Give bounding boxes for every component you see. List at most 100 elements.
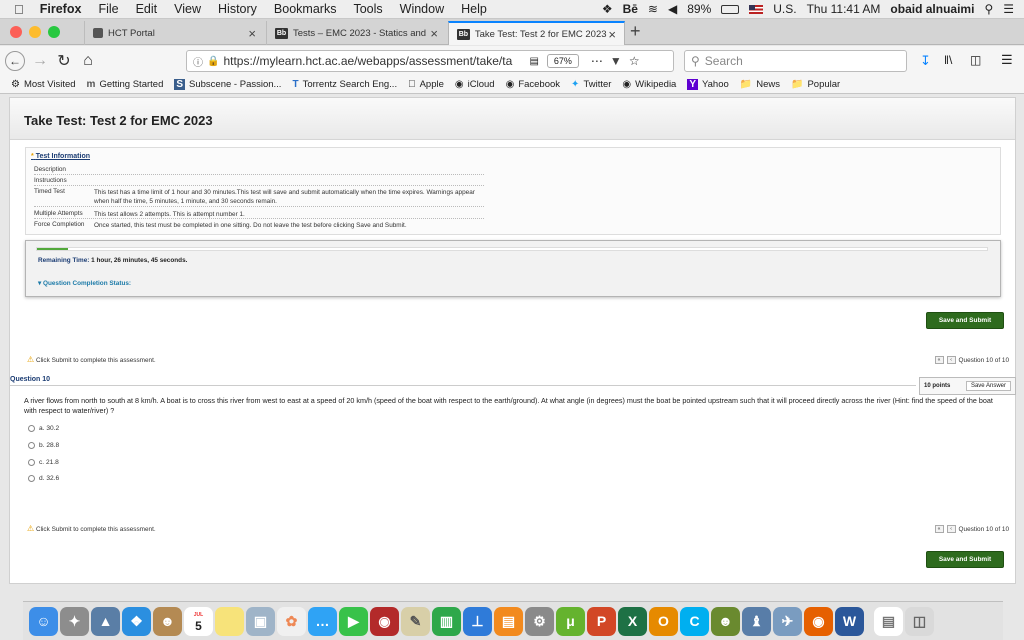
first-question-button[interactable]: « <box>934 356 944 364</box>
save-and-submit-button-top[interactable]: Save and Submit <box>926 312 1004 329</box>
previous-question-button[interactable]: ‹ <box>946 356 956 364</box>
close-tab-icon[interactable]: × <box>248 26 256 41</box>
menu-edit[interactable]: Edit <box>136 2 158 16</box>
input-source[interactable]: U.S. <box>773 2 796 16</box>
word-icon[interactable]: W <box>835 606 864 636</box>
new-tab-button[interactable]: + <box>630 21 641 42</box>
page-actions-icon[interactable]: ⋯ <box>591 54 603 68</box>
radio-button[interactable] <box>28 475 35 482</box>
photo-app-icon[interactable]: ▲ <box>91 606 120 636</box>
search-input[interactable]: ⚲ Search <box>684 50 907 72</box>
clock[interactable]: Thu 11:41 AM <box>807 2 881 16</box>
notes-icon[interactable] <box>215 606 244 636</box>
books-icon[interactable]: ▤ <box>494 606 523 636</box>
library-icon[interactable]: ‖\ <box>944 53 952 67</box>
document-icon[interactable]: ▤ <box>874 606 903 636</box>
firefox-icon[interactable]: ◉ <box>804 606 833 636</box>
facetime-icon[interactable]: ▶ <box>339 606 368 636</box>
team-app-icon[interactable]: ☻ <box>711 606 740 636</box>
close-window-button[interactable] <box>10 26 22 38</box>
textedit-icon[interactable]: ✎ <box>401 606 430 636</box>
trash-icon[interactable]: ◫ <box>905 606 934 636</box>
hamburger-menu-icon[interactable]: ☰ <box>1001 52 1013 68</box>
vpn-app-icon[interactable]: ♝ <box>742 606 771 636</box>
sidebar-icon[interactable]: ◫ <box>970 53 981 67</box>
user-name[interactable]: obaid alnuaimi <box>890 2 974 16</box>
radio-button[interactable] <box>28 425 35 432</box>
close-tab-icon[interactable]: × <box>430 26 438 41</box>
answer-option-c[interactable]: c. 21.8 <box>28 459 59 466</box>
save-answer-button[interactable]: Save Answer <box>965 381 1011 391</box>
utorrent-icon[interactable]: μ <box>556 606 585 636</box>
menu-tools[interactable]: Tools <box>353 2 382 16</box>
reload-button[interactable]: ↻ <box>53 50 75 72</box>
dropbox-icon[interactable]: ❖ <box>602 2 613 16</box>
answer-option-a[interactable]: a. 30.2 <box>28 425 59 432</box>
apple-icon[interactable]:  <box>14 2 24 17</box>
url-text[interactable]: https://mylearn.hct.ac.ae/webapps/assess… <box>223 54 521 68</box>
messages-icon[interactable]: … <box>308 606 337 636</box>
notification-center-icon[interactable]: ☰ <box>1003 2 1014 16</box>
bookmark-popular[interactable]: 📁 Popular <box>791 79 840 90</box>
back-button[interactable]: ← <box>5 51 25 71</box>
radio-button[interactable] <box>28 459 35 466</box>
menu-history[interactable]: History <box>218 2 257 16</box>
menu-window[interactable]: Window <box>400 2 444 16</box>
bookmark-facebook[interactable]: ◉ Facebook <box>506 79 560 90</box>
menu-bookmarks[interactable]: Bookmarks <box>274 2 337 16</box>
keynote-icon[interactable]: ⊥ <box>463 606 492 636</box>
bookmark-news[interactable]: 📁 News <box>740 79 780 90</box>
tab-hct-portal[interactable]: HCT Portal × <box>84 21 264 45</box>
menu-view[interactable]: View <box>174 2 201 16</box>
save-and-submit-button-bottom[interactable]: Save and Submit <box>926 551 1004 568</box>
bookmark-subscene[interactable]: S Subscene - Passion... <box>174 79 281 90</box>
previous-question-button[interactable]: ‹ <box>946 525 956 533</box>
outlook-icon[interactable]: O <box>649 606 678 636</box>
bookmark-icloud[interactable]: ◉ iCloud <box>455 79 495 90</box>
question-completion-status-toggle[interactable]: ▾ Question Completion Status: <box>38 279 131 287</box>
wifi-icon[interactable]: ≋ <box>648 2 658 16</box>
battery-level[interactable]: 89% <box>687 2 711 16</box>
close-tab-icon[interactable]: × <box>608 27 616 42</box>
zoom-window-button[interactable] <box>48 26 60 38</box>
airplane-app-icon[interactable]: ✈ <box>773 606 802 636</box>
downloads-icon[interactable]: ↧ <box>920 53 931 69</box>
reader-view-icon[interactable]: ▤ <box>529 56 538 67</box>
preview-icon[interactable]: ▣ <box>246 606 275 636</box>
volume-icon[interactable]: ◀ <box>668 2 677 16</box>
launchpad-icon[interactable]: ✦ <box>60 606 89 636</box>
test-information-toggle[interactable]: * Test Information <box>31 153 90 160</box>
info-icon[interactable]: ⓘ <box>193 54 203 69</box>
bookmark-yahoo[interactable]: Y Yahoo <box>687 79 729 90</box>
menu-app[interactable]: Firefox <box>40 2 82 16</box>
first-question-button[interactable]: « <box>934 525 944 533</box>
bookmark-star-icon[interactable]: ☆ <box>629 54 640 68</box>
bookmark-twitter[interactable]: ✦ Twitter <box>571 79 611 90</box>
bookmark-torrentz[interactable]: T Torrentz Search Eng... <box>292 79 397 90</box>
bookmark-apple[interactable]: Apple <box>408 79 444 90</box>
bookmark-wikipedia[interactable]: ◉ Wikipedia <box>622 79 676 90</box>
menu-help[interactable]: Help <box>461 2 487 16</box>
photo-booth-icon[interactable]: ◉ <box>370 606 399 636</box>
spotlight-icon[interactable]: ⚲ <box>984 2 993 16</box>
pocket-icon[interactable]: ▼ <box>610 54 622 68</box>
menu-file[interactable]: File <box>98 2 118 16</box>
answer-option-d[interactable]: d. 32.6 <box>28 475 59 482</box>
radio-button[interactable] <box>28 442 35 449</box>
contacts-icon[interactable]: ☻ <box>153 606 182 636</box>
safari-icon[interactable]: ❖ <box>122 606 151 636</box>
tab-tests[interactable]: Bb Tests – EMC 2023 - Statics and I × <box>266 21 446 45</box>
calendar-icon[interactable]: JUL 5 <box>184 606 213 636</box>
home-button[interactable]: ⌂ <box>77 50 99 72</box>
skype-icon[interactable]: C <box>680 606 709 636</box>
behance-icon[interactable]: Bē <box>623 2 638 16</box>
tab-take-test[interactable]: Bb Take Test: Test 2 for EMC 2023 - × <box>448 21 625 45</box>
bookmark-most-visited[interactable]: ⚙ Most Visited <box>11 79 76 90</box>
answer-option-b[interactable]: b. 28.8 <box>28 442 59 449</box>
url-bar[interactable]: ⓘ 🔒 https://mylearn.hct.ac.ae/webapps/as… <box>186 50 674 72</box>
finder-icon[interactable]: ☺ <box>29 606 58 636</box>
excel-icon[interactable]: X <box>618 606 647 636</box>
numbers-icon[interactable]: ▥ <box>432 606 461 636</box>
minimize-window-button[interactable] <box>29 26 41 38</box>
bookmark-getting-started[interactable]: m Getting Started <box>87 79 164 90</box>
